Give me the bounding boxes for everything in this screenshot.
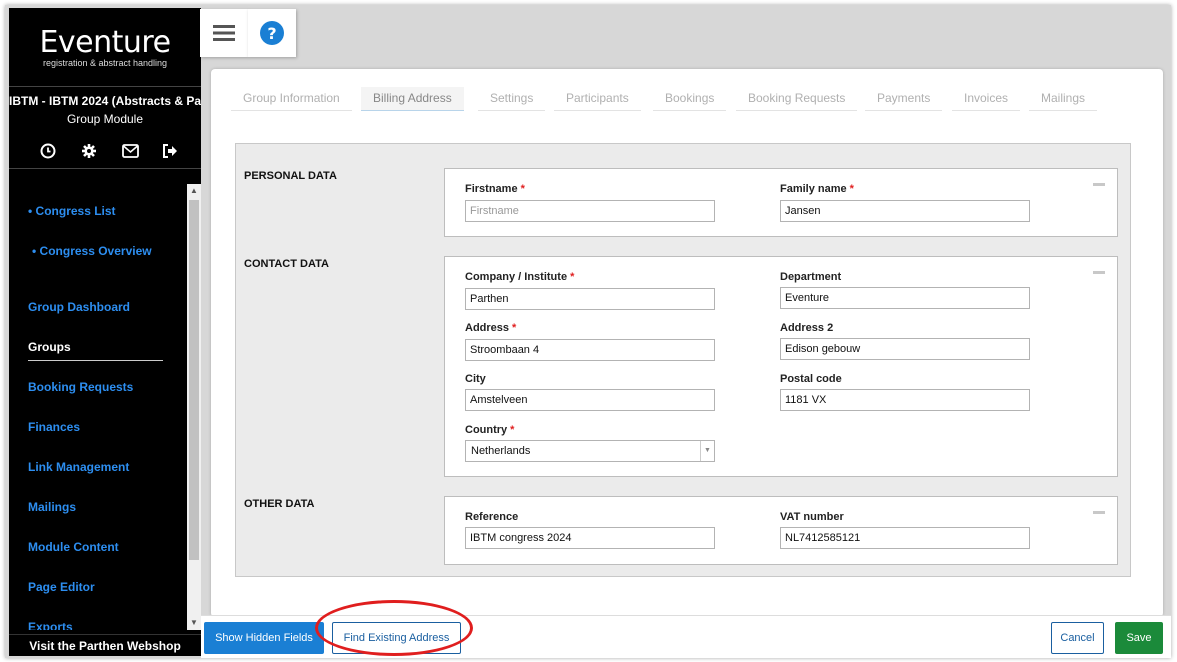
- scroll-thumb[interactable]: [189, 200, 199, 560]
- sidebar-item-group-dashboard[interactable]: Group Dashboard: [28, 300, 130, 314]
- address2-label: Address 2: [780, 322, 834, 334]
- sidebar: Eventure registration & abstract handlin…: [9, 8, 201, 656]
- postal-code-label: Postal code: [780, 373, 842, 385]
- scroll-down-icon[interactable]: ▼: [187, 616, 201, 630]
- webshop-link[interactable]: Visit the Parthen Webshop: [9, 634, 201, 656]
- sidebar-item-congress-list[interactable]: • Congress List: [28, 204, 116, 218]
- country-label: Country *: [465, 424, 515, 436]
- collapse-icon[interactable]: [1093, 183, 1105, 186]
- sidebar-scrollbar[interactable]: ▲ ▼: [187, 184, 201, 630]
- divider: [9, 168, 201, 169]
- module-name: Group Module: [66, 112, 144, 126]
- section-title-contact: CONTACT DATA: [244, 258, 329, 270]
- logout-icon[interactable]: [159, 140, 181, 162]
- tab-payments[interactable]: Payments: [865, 87, 943, 111]
- cancel-button[interactable]: Cancel: [1051, 622, 1104, 654]
- reference-input[interactable]: [465, 527, 715, 549]
- tab-bookings[interactable]: Bookings: [653, 87, 727, 111]
- required-marker: *: [849, 183, 854, 195]
- mail-icon[interactable]: [119, 140, 141, 162]
- sidebar-item-booking-requests[interactable]: Booking Requests: [28, 380, 133, 394]
- vat-number-input[interactable]: [780, 527, 1030, 549]
- sidebar-item-module-content[interactable]: Module Content: [28, 540, 119, 554]
- tab-billing-address[interactable]: Billing Address: [361, 87, 464, 111]
- scroll-up-icon[interactable]: ▲: [187, 184, 201, 198]
- collapse-icon[interactable]: [1093, 271, 1105, 274]
- required-marker: *: [512, 322, 517, 334]
- sidebar-item-congress-overview[interactable]: • Congress Overview: [32, 244, 152, 258]
- save-button[interactable]: Save: [1115, 622, 1163, 654]
- event-title: IBTM - IBTM 2024 (Abstracts & Par...: [9, 94, 201, 108]
- familyname-label: Family name *: [780, 183, 854, 195]
- postal-code-input[interactable]: [780, 389, 1030, 411]
- required-marker: *: [520, 183, 525, 195]
- help-icon: ?: [260, 21, 284, 45]
- hamburger-icon: [213, 25, 235, 41]
- tab-group-information[interactable]: Group Information: [231, 87, 352, 111]
- divider: [9, 86, 201, 87]
- reference-label: Reference: [465, 511, 519, 523]
- contact-data-box: Company / Institute* Department Address*…: [444, 256, 1118, 477]
- section-title-personal: PERSONAL DATA: [244, 170, 337, 182]
- billing-form: PERSONAL DATA Firstname* Family name* CO…: [235, 143, 1131, 577]
- clock-icon[interactable]: [37, 140, 59, 162]
- sidebar-item-groups[interactable]: Groups: [28, 340, 71, 354]
- sidebar-item-link-management[interactable]: Link Management: [28, 460, 129, 474]
- department-input[interactable]: [780, 287, 1030, 309]
- familyname-input[interactable]: [780, 200, 1030, 222]
- required-marker: *: [570, 271, 575, 283]
- help-button[interactable]: ?: [248, 9, 296, 57]
- vat-number-label: VAT number: [780, 511, 844, 523]
- sidebar-item-page-editor[interactable]: Page Editor: [28, 580, 95, 594]
- sidebar-icon-row: [9, 140, 201, 162]
- app-window: Eventure registration & abstract handlin…: [5, 5, 1171, 658]
- tab-participants[interactable]: Participants: [554, 87, 641, 111]
- country-value: Netherlands: [471, 445, 531, 457]
- highlight-ellipse: [315, 600, 473, 656]
- city-label: City: [465, 373, 486, 385]
- tab-settings[interactable]: Settings: [478, 87, 546, 111]
- company-label: Company / Institute *: [465, 271, 575, 283]
- section-title-other: OTHER DATA: [244, 498, 315, 510]
- tab-invoices[interactable]: Invoices: [952, 87, 1021, 111]
- city-input[interactable]: [465, 389, 715, 411]
- company-input[interactable]: [465, 288, 715, 310]
- required-marker: *: [510, 424, 515, 436]
- chevron-down-icon: ▼: [700, 441, 714, 461]
- gear-icon[interactable]: [78, 140, 100, 162]
- tab-booking-requests[interactable]: Booking Requests: [736, 87, 858, 111]
- sidebar-item-exports[interactable]: Exports: [28, 620, 73, 630]
- address-input[interactable]: [465, 339, 715, 361]
- collapse-icon[interactable]: [1093, 511, 1105, 514]
- svg-text:?: ?: [267, 24, 276, 43]
- address2-input[interactable]: [780, 338, 1030, 360]
- active-indicator: [28, 360, 163, 361]
- logo: Eventure registration & abstract handlin…: [9, 25, 201, 69]
- personal-data-box: Firstname* Family name*: [444, 168, 1118, 237]
- sidebar-nav: • Congress List • Congress Overview Grou…: [9, 184, 187, 630]
- country-select[interactable]: Netherlands ▼: [465, 440, 715, 462]
- firstname-label: Firstname *: [465, 183, 525, 195]
- address-label: Address *: [465, 322, 517, 334]
- sidebar-item-finances[interactable]: Finances: [28, 420, 80, 434]
- main-panel: Group Information Billing Address Settin…: [211, 69, 1163, 617]
- show-hidden-fields-button[interactable]: Show Hidden Fields: [204, 622, 324, 654]
- sidebar-item-mailings[interactable]: Mailings: [28, 500, 76, 514]
- department-label: Department: [780, 271, 842, 283]
- other-data-box: Reference VAT number: [444, 496, 1118, 565]
- logo-text: Eventure: [39, 25, 171, 60]
- logo-tagline: registration & abstract handling: [42, 58, 168, 68]
- menu-button[interactable]: [200, 9, 248, 57]
- firstname-input[interactable]: [465, 200, 715, 222]
- tab-mailings[interactable]: Mailings: [1029, 87, 1098, 111]
